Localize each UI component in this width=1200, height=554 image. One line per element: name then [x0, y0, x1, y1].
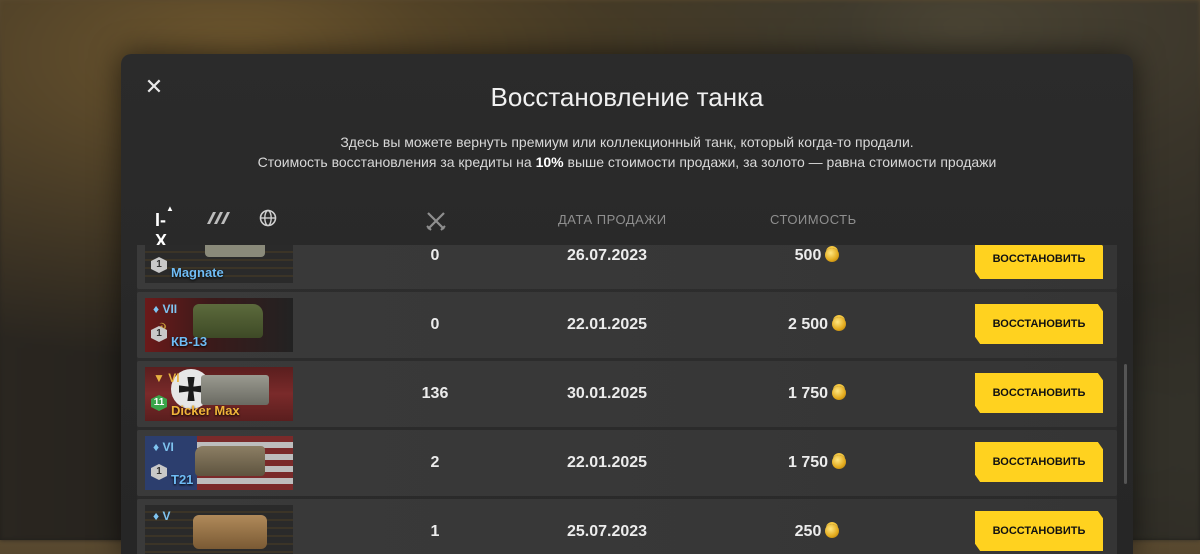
- gold-coin-icon: [832, 317, 847, 331]
- modal-description: Здесь вы можете вернуть премиум или колл…: [121, 132, 1133, 172]
- battles-count: 0: [430, 316, 440, 333]
- gold-coin-icon: [832, 455, 847, 469]
- crossed-swords-icon: [425, 210, 447, 237]
- price: 1 750: [757, 361, 877, 427]
- nation-filter-icon[interactable]: [205, 210, 233, 240]
- desc-line-1: Здесь вы можете вернуть премиум или колл…: [340, 134, 914, 150]
- price: 250: [757, 499, 877, 554]
- desc-line-2: Стоимость восстановления за кредиты на 1…: [257, 154, 997, 170]
- tank-name: КВ-13: [171, 334, 208, 349]
- tank-name: Dicker Max: [171, 403, 240, 418]
- table-row: ☭ ♦ VII 1 КВ-13 0 22.01.2025 2 500 ВОССТ…: [137, 292, 1117, 358]
- tier-label: ♦ VI: [153, 440, 174, 454]
- restore-button[interactable]: ВОССТАНОВИТЬ: [975, 511, 1103, 551]
- restore-button[interactable]: ВОССТАНОВИТЬ: [975, 442, 1103, 482]
- table-row: ♦ VI 1 T21 2 22.01.2025 1 750 ВОССТАНОВИ…: [137, 430, 1117, 496]
- sale-date: 25.07.2023: [566, 523, 648, 540]
- globe-icon[interactable]: [259, 209, 277, 239]
- price: 500: [757, 245, 877, 289]
- caret-up-icon: ▲: [166, 204, 174, 213]
- modal-title: Восстановление танка: [490, 82, 764, 112]
- column-date: ДАТА ПРОДАЖИ: [558, 212, 667, 227]
- price: 2 500: [757, 292, 877, 358]
- column-price: СТОИМОСТЬ: [770, 212, 857, 227]
- gold-coin-icon: [825, 248, 840, 262]
- table-row: ♦ V 1 25.07.2023 250 ВОССТАНОВИТЬ: [137, 499, 1117, 554]
- tank-name: Magnate: [171, 265, 224, 280]
- battles-count: 1: [430, 523, 440, 540]
- scrollbar[interactable]: [1124, 364, 1127, 484]
- restore-button[interactable]: ВОССТАНОВИТЬ: [975, 245, 1103, 279]
- sale-date: 22.01.2025: [566, 316, 648, 333]
- sale-date: 30.01.2025: [566, 385, 648, 402]
- table-row: 1 Magnate 0 26.07.2023 500 ВОССТАНОВИТЬ: [137, 245, 1117, 289]
- tank-thumbnail: 1 Magnate: [145, 245, 293, 283]
- tier-filter-button[interactable]: ▲ I-X: [155, 204, 174, 251]
- battles-count: 136: [421, 385, 449, 402]
- tank-thumbnail: ♦ VI 1 T21: [145, 436, 293, 490]
- restore-button[interactable]: ВОССТАНОВИТЬ: [975, 373, 1103, 413]
- gold-coin-icon: [825, 524, 840, 538]
- battles-count: 0: [430, 247, 440, 264]
- gold-coin-icon: [832, 386, 847, 400]
- tier-label: ♦ VII: [153, 302, 178, 316]
- tank-name: T21: [171, 472, 194, 487]
- sale-date: 22.01.2025: [566, 454, 648, 471]
- tank-list[interactable]: 1 Magnate 0 26.07.2023 500 ВОССТАНОВИТЬ …: [137, 245, 1117, 554]
- tier-label: ▼ VI: [153, 371, 180, 385]
- restore-tank-modal: ✕ Восстановление танка Здесь вы можете в…: [121, 54, 1133, 554]
- tank-thumbnail: ▼ VI 11 Dicker Max: [145, 367, 293, 421]
- battles-count: 2: [430, 454, 440, 471]
- table-row: ▼ VI 11 Dicker Max 136 30.01.2025 1 750 …: [137, 361, 1117, 427]
- tank-thumbnail: ☭ ♦ VII 1 КВ-13: [145, 298, 293, 352]
- price: 1 750: [757, 430, 877, 496]
- sale-date: 26.07.2023: [566, 247, 648, 264]
- tier-label: ♦ V: [153, 509, 171, 523]
- tank-thumbnail: ♦ V: [145, 505, 293, 554]
- restore-button[interactable]: ВОССТАНОВИТЬ: [975, 304, 1103, 344]
